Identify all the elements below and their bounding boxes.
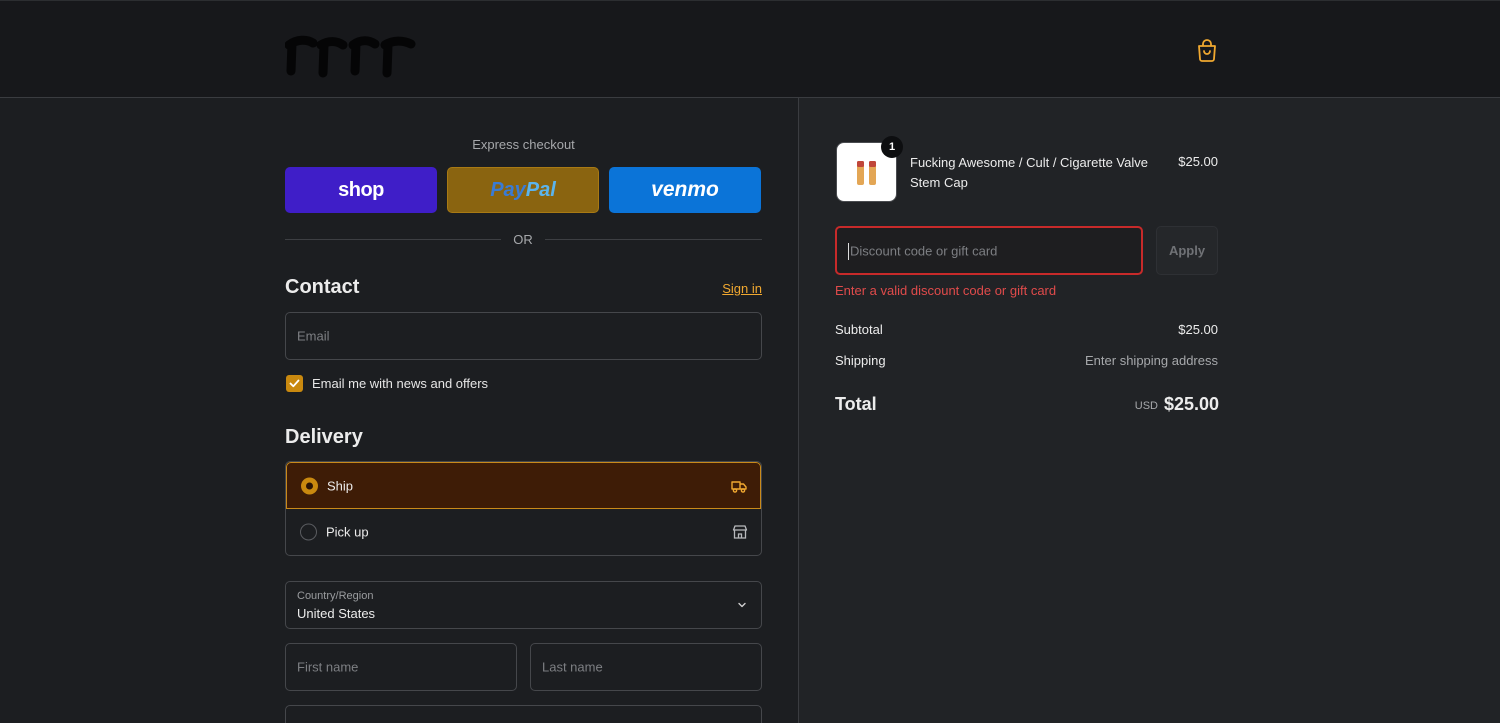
venmo-label: venmo bbox=[651, 178, 719, 201]
express-checkout-title: Express checkout bbox=[472, 137, 575, 152]
sign-in-link[interactable]: Sign in bbox=[700, 281, 762, 296]
email-field[interactable]: Email bbox=[285, 312, 762, 360]
shipping-label: Shipping bbox=[835, 353, 886, 368]
subtotal-label: Subtotal bbox=[835, 322, 883, 337]
paypal-label-pal: Pal bbox=[525, 178, 556, 201]
delivery-option-ship[interactable]: Ship bbox=[286, 462, 761, 509]
ship-radio[interactable] bbox=[301, 477, 318, 494]
or-divider-text: OR bbox=[513, 232, 533, 247]
pickup-radio[interactable] bbox=[300, 523, 317, 541]
contact-heading: Contact bbox=[285, 276, 360, 298]
subtotal-value: $25.00 bbox=[1178, 322, 1218, 337]
total-value: $25.00 bbox=[1164, 394, 1220, 414]
shop-pay-button[interactable]: shop bbox=[285, 167, 437, 213]
delivery-method-group: Ship Pick up bbox=[285, 461, 762, 556]
first-name-placeholder: First name bbox=[297, 659, 359, 675]
last-name-placeholder: Last name bbox=[542, 659, 603, 675]
delivery-option-pickup[interactable]: Pick up bbox=[286, 509, 761, 555]
quantity-badge: 1 bbox=[881, 136, 903, 158]
store-icon bbox=[732, 525, 748, 539]
paypal-button[interactable]: Pay Pal bbox=[447, 167, 599, 213]
product-title: Fucking Awesome / Cult / Cigarette Valve… bbox=[910, 155, 1148, 190]
discount-code-input[interactable]: Discount code or gift card bbox=[835, 226, 1143, 275]
country-value: United States bbox=[297, 606, 376, 621]
email-placeholder: Email bbox=[297, 328, 330, 344]
total-label: Total bbox=[835, 394, 877, 414]
text-cursor bbox=[848, 243, 849, 260]
paypal-label-pay: Pay bbox=[490, 178, 526, 201]
brand-logo[interactable] bbox=[284, 31, 420, 79]
country-label: Country/Region bbox=[297, 590, 374, 602]
apply-discount-button[interactable]: Apply bbox=[1156, 226, 1218, 275]
shipping-value: Enter shipping address bbox=[1085, 353, 1218, 368]
discount-placeholder: Discount code or gift card bbox=[850, 243, 998, 258]
country-region-select[interactable]: Country/Region United States bbox=[285, 581, 762, 629]
news-offers-checkbox[interactable] bbox=[286, 375, 303, 392]
shopping-bag-icon[interactable] bbox=[1196, 38, 1218, 62]
truck-icon bbox=[731, 480, 747, 493]
first-name-field[interactable]: First name bbox=[285, 643, 517, 691]
chevron-down-icon bbox=[738, 602, 746, 608]
site-header bbox=[0, 0, 1500, 98]
product-price: $25.00 bbox=[1178, 154, 1218, 169]
discount-error-message: Enter a valid discount code or gift card bbox=[835, 283, 1057, 298]
address-field[interactable] bbox=[285, 705, 762, 723]
news-offers-label: Email me with news and offers bbox=[312, 376, 489, 391]
or-divider-right bbox=[545, 239, 762, 240]
checkmark-icon bbox=[289, 379, 300, 388]
delivery-heading: Delivery bbox=[285, 426, 363, 448]
brand-logo-icon bbox=[284, 35, 416, 78]
ship-label: Ship bbox=[327, 478, 354, 493]
or-divider-left bbox=[285, 239, 501, 240]
currency-code: USD bbox=[1134, 400, 1158, 412]
pickup-label: Pick up bbox=[326, 524, 369, 540]
shop-pay-label: shop bbox=[338, 178, 384, 201]
last-name-field[interactable]: Last name bbox=[530, 643, 762, 691]
venmo-button[interactable]: venmo bbox=[609, 167, 761, 213]
